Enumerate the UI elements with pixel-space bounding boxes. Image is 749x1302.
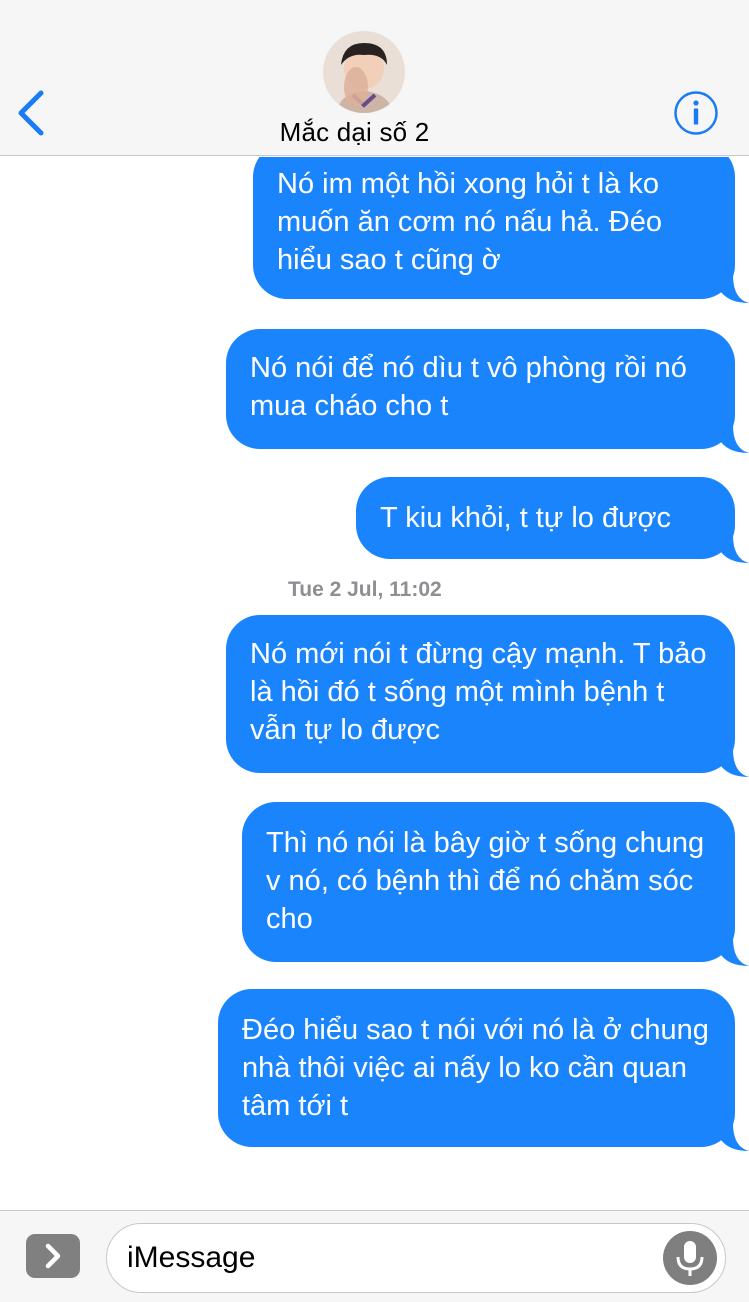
avatar[interactable] bbox=[323, 31, 405, 113]
message-composer bbox=[0, 1210, 749, 1302]
message-thread[interactable]: Nó im một hồi xong hỏi t là ko muốn ăn c… bbox=[0, 157, 749, 1210]
message-timestamp: Tue 2 Jul, 11:02 bbox=[288, 578, 442, 601]
apps-button[interactable] bbox=[26, 1234, 80, 1278]
message-text: Nó im một hồi xong hỏi t là ko muốn ăn c… bbox=[277, 168, 662, 276]
message-bubble[interactable]: Nó im một hồi xong hỏi t là ko muốn ăn c… bbox=[253, 157, 749, 303]
message-text: Nó mới nói t đừng cậy mạnh. T bảo là hồi… bbox=[250, 638, 707, 746]
bubble-tail bbox=[719, 275, 749, 303]
bubble-tail bbox=[719, 1123, 749, 1151]
message-input[interactable] bbox=[127, 1241, 647, 1275]
message-text: Đéo hiểu sao t nói với nó là ở chung nhà… bbox=[242, 1014, 709, 1122]
chevron-right-icon bbox=[45, 1243, 61, 1269]
bubble-tail bbox=[719, 938, 749, 966]
bubble-tail bbox=[719, 749, 749, 777]
message-bubble[interactable]: Nó nói để nó dìu t vô phòng rồi nó mua c… bbox=[226, 329, 749, 453]
mic-button[interactable] bbox=[663, 1231, 717, 1285]
message-text: T kiu khỏi, t tự lo được bbox=[380, 502, 672, 534]
bubble-tail bbox=[719, 535, 749, 563]
bubble-tail bbox=[719, 425, 749, 453]
message-bubble[interactable]: Đéo hiểu sao t nói với nó là ở chung nhà… bbox=[218, 989, 749, 1151]
message-field[interactable] bbox=[106, 1223, 726, 1293]
microphone-icon bbox=[676, 1241, 704, 1276]
info-icon[interactable] bbox=[673, 90, 719, 136]
message-text: Nó nói để nó dìu t vô phòng rồi nó mua c… bbox=[250, 352, 687, 422]
avatar-photo bbox=[323, 31, 405, 113]
message-bubble[interactable]: Nó mới nói t đừng cậy mạnh. T bảo là hồi… bbox=[226, 615, 749, 777]
contact-name[interactable]: Mắc dại số 2 bbox=[0, 117, 709, 148]
message-text: Thì nó nói là bây giờ t sống chung v nó,… bbox=[266, 827, 705, 935]
message-bubble[interactable]: T kiu khỏi, t tự lo được bbox=[356, 477, 749, 563]
message-bubble[interactable]: Thì nó nói là bây giờ t sống chung v nó,… bbox=[242, 802, 749, 966]
conversation-header: Mắc dại số 2 bbox=[0, 0, 749, 156]
